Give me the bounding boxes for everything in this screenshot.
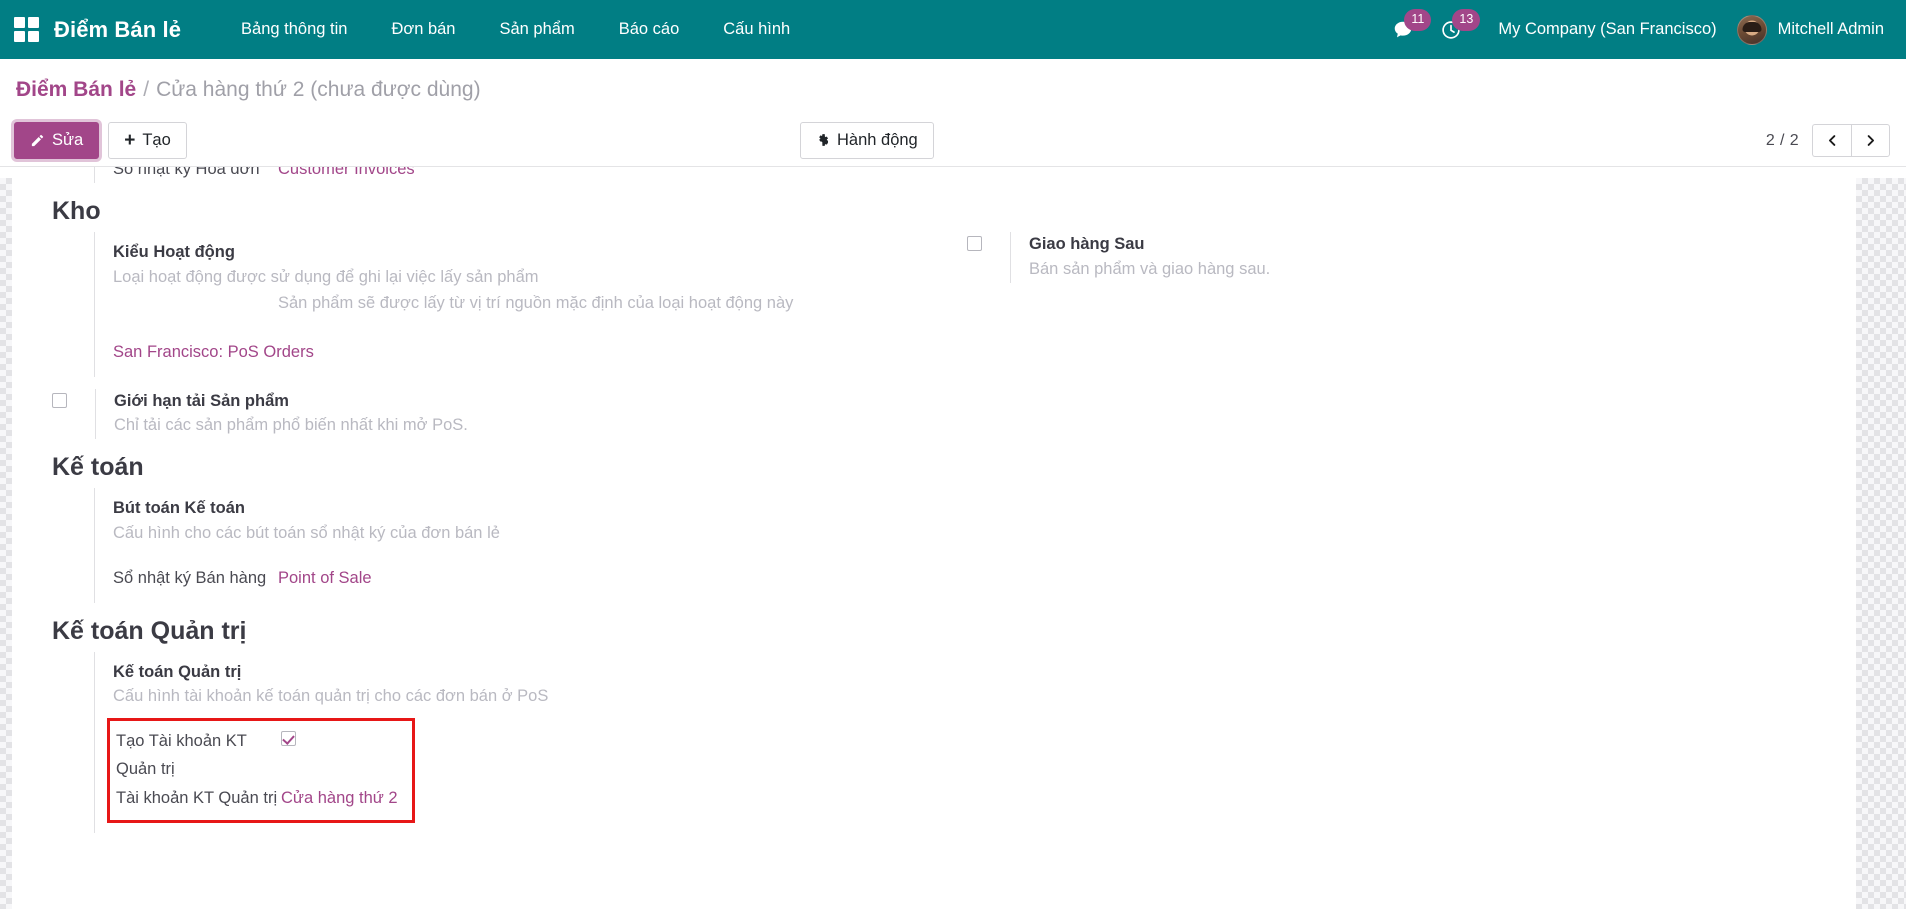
create-button[interactable]: + Tạo [108, 122, 187, 159]
plus-icon: + [124, 129, 136, 151]
menu-item-dashboard[interactable]: Bảng thông tin [219, 0, 369, 59]
journal-entries-title: Bút toán Kế toán [113, 498, 245, 517]
operation-type-field: San Francisco: PoS Orders [113, 338, 967, 366]
gear-icon [819, 134, 829, 147]
activities-count-badge: 13 [1452, 9, 1481, 31]
control-panel: Sửa + Tạo Hành động 2 / 2 [0, 115, 1906, 167]
journal-entries-block: Bút toán Kế toán Cấu hình cho các bút to… [94, 487, 1866, 603]
form-sheet-scroll-area[interactable]: Sổ nhật ký Hoá đơn Customer Invoices Kho… [0, 167, 1906, 898]
pager-next-button[interactable] [1851, 124, 1890, 157]
breadcrumb-current-record: Cửa hàng thứ 2 (chưa được dùng) [156, 78, 481, 101]
form-sheet: Sổ nhật ký Hoá đơn Customer Invoices Kho… [12, 167, 1906, 834]
limit-products-body: Giới hạn tải Sản phẩm Chỉ tải các sản ph… [95, 388, 468, 439]
chevron-left-icon [1828, 135, 1835, 146]
pager-buttons [1812, 124, 1890, 157]
create-button-label: Tạo [142, 131, 171, 150]
highlight-annotation-box: Tạo Tài khoản KT Quản trị Tài khoản KT Q… [107, 717, 415, 824]
messages-count-badge: 11 [1404, 9, 1432, 31]
apps-grid-icon[interactable] [14, 16, 40, 43]
top-navbar: Điểm Bán lẻ Bảng thông tin Đơn bán Sản p… [0, 0, 1906, 59]
company-switcher[interactable]: My Company (San Francisco) [1476, 20, 1736, 39]
menu-item-products[interactable]: Sản phẩm [477, 0, 596, 59]
ship-later-desc: Bán sản phẩm và giao hàng sau. [1029, 260, 1271, 279]
menu-item-configuration[interactable]: Cấu hình [701, 0, 812, 59]
pager-count-label: 2 / 2 [1765, 131, 1799, 149]
analytic-accounting-title: Kế toán Quản trị [113, 662, 242, 681]
create-analytic-account-label-line2-row: Quản trị [116, 755, 398, 783]
create-analytic-account-checkbox[interactable] [281, 730, 296, 746]
section-title-inventory: Kho [52, 197, 101, 226]
ship-later-body: Giao hàng Sau Bán sản phẩm và giao hàng … [1010, 232, 1271, 283]
invoice-journal-label: Sổ nhật ký Hoá đơn [113, 167, 260, 178]
operation-type-setting: Kiểu Hoạt động Loại hoạt động được sử dụ… [113, 232, 967, 376]
breadcrumb-root-link[interactable]: Điểm Bán lẻ [16, 78, 136, 101]
invoicing-journal-block: Sổ nhật ký Hoá đơn Customer Invoices [94, 167, 1866, 184]
apps-grid-cell [28, 16, 39, 28]
chevron-right-icon [1867, 135, 1875, 146]
breadcrumb: Điểm Bán lẻ / Cửa hàng thứ 2 (chưa được dù… [0, 59, 1906, 115]
inventory-right-column: Giao hàng Sau Bán sản phẩm và giao hàng … [967, 232, 1866, 376]
limit-products-setting: Giới hạn tải Sản phẩm Chỉ tải các sản ph… [52, 388, 1866, 439]
sales-journal-field: Sổ nhật ký Bán hàng Point of Sale [113, 564, 1866, 592]
section-title-analytic-accounting: Kế toán Quản trị [52, 616, 247, 645]
messages-menu[interactable]: 11 [1380, 0, 1432, 59]
ship-later-setting: Giao hàng Sau Bán sản phẩm và giao hàng … [967, 232, 1270, 376]
limit-products-title: Giới hạn tải Sản phẩm [114, 391, 289, 410]
action-menu-button[interactable]: Hành động [800, 122, 934, 159]
analytic-accounting-block: Kế toán Quản trị Cấu hình tài khoản kế t… [94, 651, 1866, 834]
apps-grid-cell [28, 30, 39, 42]
journal-entries-desc: Cấu hình cho các bút toán sổ nhật ký của… [113, 523, 500, 542]
invoice-journal-field: Sổ nhật ký Hoá đơn Customer Invoices [113, 167, 1866, 183]
breadcrumb-separator: / [143, 78, 150, 101]
inventory-settings-row: Kiểu Hoạt động Loại hoạt động được sử dụ… [52, 232, 1866, 377]
sales-journal-value[interactable]: Point of Sale [278, 564, 372, 592]
user-name-label: Mitchell Admin [1777, 20, 1884, 38]
pager-previous-button[interactable] [1812, 124, 1851, 157]
create-analytic-account-label: Tạo Tài khoản KT [116, 731, 247, 750]
analytic-account-value[interactable]: Cửa hàng thứ 2 [281, 784, 398, 812]
ship-later-title: Giao hàng Sau [1029, 235, 1145, 254]
record-pager: 2 / 2 [1766, 124, 1890, 157]
navbar-right: 11 13 My Company (San Francisco) Mitchel… [1380, 0, 1888, 59]
edit-button[interactable]: Sửa [14, 122, 100, 159]
app-brand-title[interactable]: Điểm Bán lẻ [54, 17, 181, 43]
edit-button-label: Sửa [52, 131, 84, 150]
activities-menu[interactable]: 13 [1428, 0, 1481, 59]
avatar [1736, 14, 1767, 45]
section-title-accounting: Kế toán [52, 452, 144, 481]
operation-type-desc: Loại hoạt động được sử dụng để ghi lại v… [113, 268, 539, 287]
create-analytic-account-field: Tạo Tài khoản KT [116, 727, 398, 755]
ship-later-checkbox[interactable] [967, 236, 982, 252]
sales-journal-label: Sổ nhật ký Bán hàng [113, 569, 267, 588]
analytic-accounting-desc: Cấu hình tài khoản kế toán quản trị cho … [113, 687, 549, 706]
limit-products-desc: Chỉ tải các sản phẩm phổ biến nhất khi m… [114, 416, 468, 435]
create-analytic-account-label-line2: Quản trị [116, 760, 175, 779]
transparent-edge-left [0, 178, 12, 909]
app-root: Điểm Bán lẻ Bảng thông tin Đơn bán Sản p… [0, 0, 1906, 909]
journal-entries-setting: Bút toán Kế toán Cấu hình cho các bút to… [113, 488, 1866, 603]
action-menu-label: Hành động [837, 131, 918, 150]
menu-item-reporting[interactable]: Báo cáo [597, 0, 702, 59]
analytic-account-label: Tài khoản KT Quản trị [116, 788, 278, 807]
operation-type-block: Kiểu Hoạt động Loại hoạt động được sử dụ… [94, 232, 967, 377]
operation-type-title: Kiểu Hoạt động [113, 243, 235, 262]
limit-products-checkbox[interactable] [52, 392, 67, 408]
analytic-account-field: Tài khoản KT Quản trị Cửa hàng thứ 2 [116, 784, 398, 812]
apps-grid-cell [14, 30, 25, 42]
inventory-left-column: Kiểu Hoạt động Loại hoạt động được sử dụ… [52, 232, 967, 377]
main-menu: Bảng thông tin Đơn bán Sản phẩm Báo cáo … [219, 0, 812, 59]
pencil-icon [31, 134, 44, 147]
menu-item-orders[interactable]: Đơn bán [369, 0, 477, 59]
analytic-accounting-setting: Kế toán Quản trị Cấu hình tài khoản kế t… [107, 652, 1866, 833]
apps-grid-cell [14, 16, 25, 28]
operation-type-desc-secondary: Sản phẩm sẽ được lấy từ vị trí nguồn mặc… [278, 293, 794, 312]
invoice-journal-value[interactable]: Customer Invoices [278, 167, 415, 183]
transparent-edge-right [1856, 178, 1906, 909]
user-menu[interactable]: Mitchell Admin [1736, 14, 1888, 45]
operation-type-value[interactable]: San Francisco: PoS Orders [113, 338, 314, 366]
